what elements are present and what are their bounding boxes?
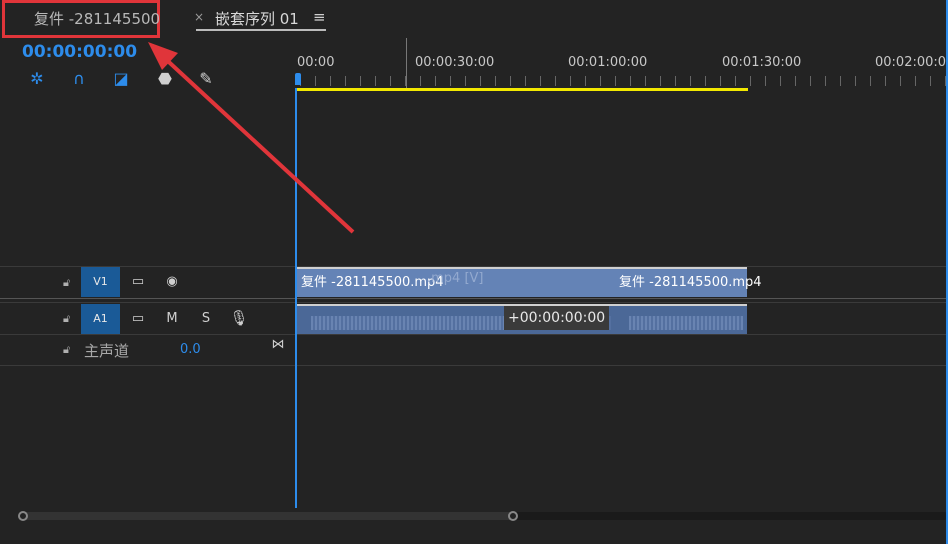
annotation-arrow (148, 42, 355, 234)
scroll-right-handle[interactable] (508, 511, 518, 521)
scroll-left-handle[interactable] (18, 511, 28, 521)
horizontal-scroll-thumb[interactable] (18, 512, 515, 520)
